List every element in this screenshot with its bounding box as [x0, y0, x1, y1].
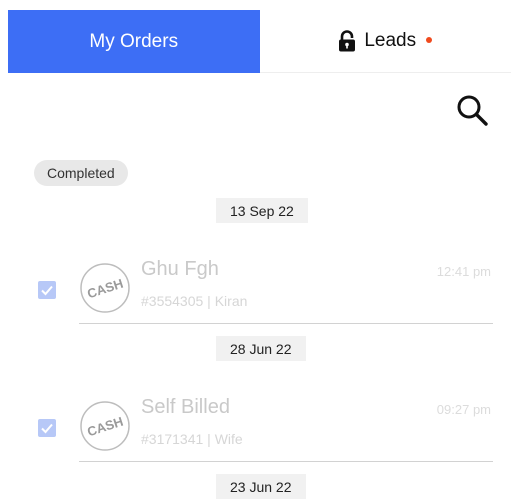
tab-leads-label: Leads	[364, 30, 416, 52]
check-icon	[38, 419, 56, 437]
order-details: #3171341 | Wife	[141, 431, 243, 447]
order-time: 12:41 pm	[437, 264, 491, 279]
order-tabs: My Orders Leads	[8, 10, 511, 73]
status-filter-label: Completed	[47, 165, 115, 181]
date-label: 13 Sep 22	[230, 203, 294, 219]
checkbox[interactable]	[38, 281, 56, 299]
tab-leads[interactable]: Leads	[260, 10, 511, 73]
order-time: 09:27 pm	[437, 402, 491, 417]
order-customer-name: Self Billed	[141, 396, 230, 419]
status-filter-chip[interactable]: Completed	[34, 160, 128, 186]
date-label: 23 Jun 22	[230, 479, 292, 495]
order-row[interactable]: CASH Ghu Fgh #3554305 | Kiran 12:41 pm	[0, 244, 511, 324]
date-header: 28 Jun 22	[216, 336, 306, 361]
tab-my-orders-label: My Orders	[89, 31, 178, 53]
divider	[79, 461, 493, 462]
order-customer-name: Ghu Fgh	[141, 258, 219, 281]
date-header: 13 Sep 22	[216, 198, 308, 223]
cash-stamp-icon: CASH	[79, 262, 131, 314]
order-row[interactable]: CASH Self Billed #3171341 | Wife 09:27 p…	[0, 382, 511, 462]
tab-my-orders[interactable]: My Orders	[8, 10, 260, 73]
search-icon[interactable]	[455, 93, 489, 127]
unlock-icon	[338, 30, 356, 52]
order-details: #3554305 | Kiran	[141, 293, 247, 309]
check-icon	[38, 281, 56, 299]
checkbox[interactable]	[38, 419, 56, 437]
date-header: 23 Jun 22	[216, 474, 306, 499]
notification-dot	[426, 37, 432, 43]
divider	[79, 323, 493, 324]
date-label: 28 Jun 22	[230, 341, 292, 357]
cash-stamp-icon: CASH	[79, 400, 131, 452]
